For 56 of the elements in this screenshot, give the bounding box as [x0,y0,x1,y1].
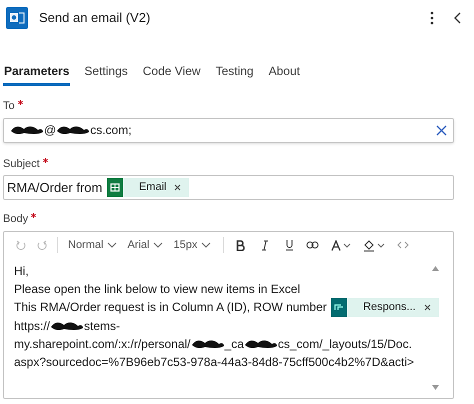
subject-field[interactable]: RMA/Order from Email [3,175,454,200]
field-text: my.sharepoint.com/:x:/r/personal/ [14,336,191,352]
field-text: _ca [224,336,244,352]
spreadsheet-icon [106,178,123,197]
font-size-dropdown[interactable]: 15px [173,236,212,254]
field-text: aspx?sourcedoc=%7B96eb7c53-978a-44a3-84d8-75cff500c4b2%7D&acti> [14,354,414,370]
scroll-down-icon[interactable] [432,384,439,390]
form-icon [331,298,348,316]
paragraph-style-dropdown[interactable]: Normal [68,236,118,254]
field-label: Subject [3,156,40,172]
font-color-icon[interactable] [331,240,354,250]
remove-icon[interactable] [424,304,431,310]
window-title: Send an email (V2) [39,9,150,28]
more-options-icon[interactable] [430,11,434,25]
scroll-up-icon[interactable] [432,266,439,270]
tab[interactable]: Settings [83,58,129,86]
remove-icon[interactable] [174,184,182,191]
link-icon[interactable] [306,241,320,249]
mail-app-icon [6,7,28,29]
highlight-icon[interactable] [363,238,388,252]
token-label: Respons... [363,300,416,315]
field-text: Please open the link below to view new items in Excel [14,280,300,298]
tab[interactable]: Code View [142,58,202,86]
field-text: https:// [14,318,50,334]
field-label: Body [3,212,28,227]
body-editor[interactable] [3,230,454,398]
dynamic-content-token[interactable]: Email [106,178,190,197]
token-label: Email [138,180,166,196]
chevron-down-icon [201,242,212,248]
tab[interactable]: Parameters [3,58,70,86]
redaction-mark [56,124,90,136]
chevron-down-icon [107,242,118,248]
tab[interactable]: About [268,58,301,86]
dynamic-content-token[interactable]: Respons... [331,298,439,316]
field-text: This RMA/Order request is in Column A (ID), ROW number [14,299,328,316]
field-text: RMA/Order from [7,178,104,197]
underline-icon[interactable] [285,239,294,251]
field-text: cs.com; [90,122,132,139]
field-text: stems- [84,318,120,334]
field-text: @ [44,122,56,139]
redaction-mark [190,338,225,350]
redaction-mark [50,320,84,332]
font-dropdown[interactable]: Arial [127,236,164,254]
chevron-down-icon [153,242,164,248]
field-text: cs_com/_layouts/15/Doc. [278,336,412,352]
clear-icon[interactable] [436,124,447,136]
code-view-icon[interactable] [397,241,410,249]
redaction-mark [244,338,278,350]
to-field[interactable]: @ cs.com; [3,118,454,142]
italic-icon[interactable] [261,240,270,250]
tab[interactable]: Testing [214,58,255,86]
field-label: To [3,99,15,114]
field-text: Hi, [14,262,29,280]
collapse-icon[interactable] [454,12,462,24]
redaction-mark [10,124,44,136]
bold-icon[interactable] [236,240,246,250]
